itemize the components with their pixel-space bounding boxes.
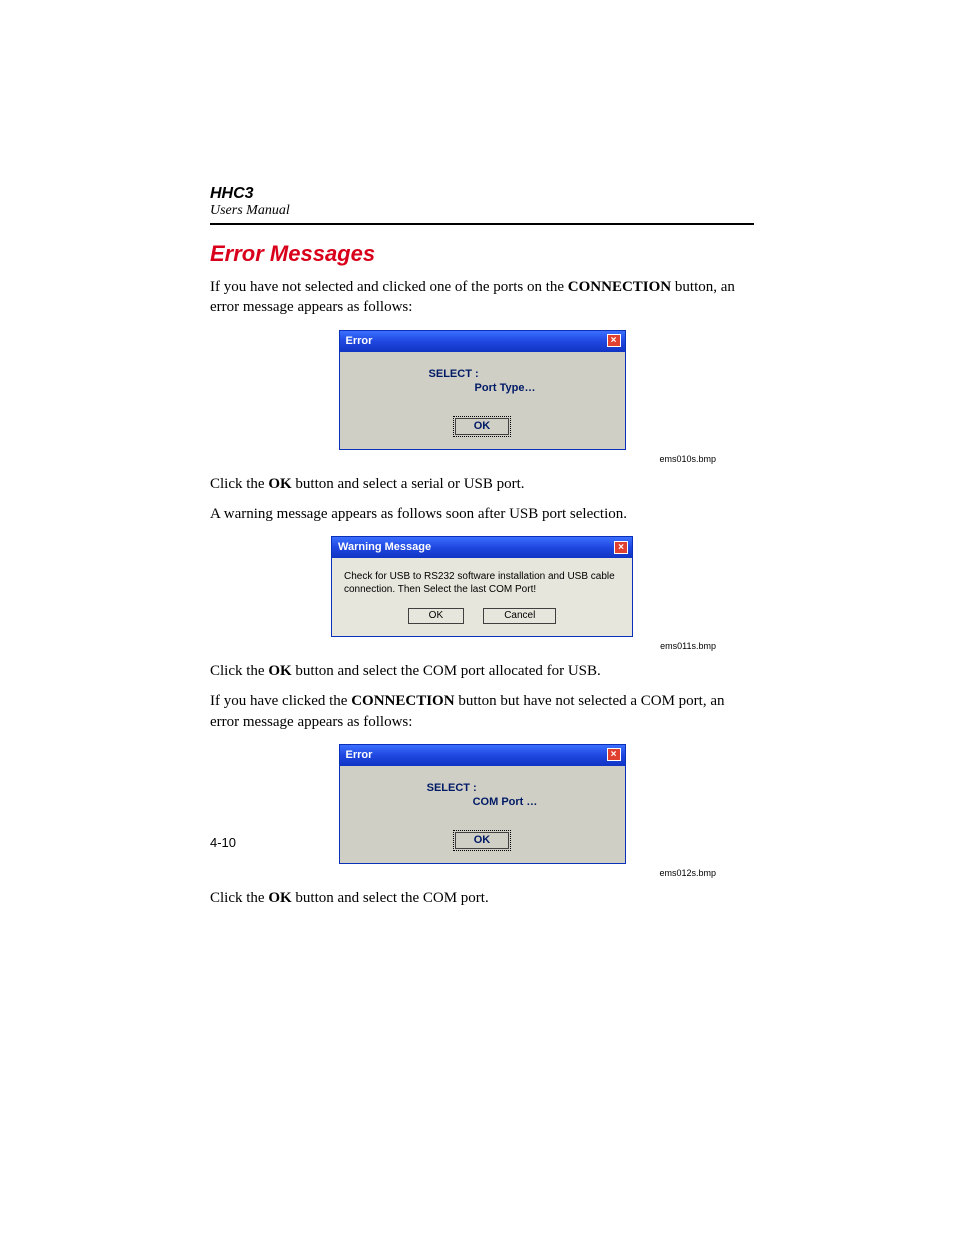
ok-word: OK bbox=[268, 476, 291, 492]
dialog-body: SELECT : COM Port … bbox=[340, 766, 625, 822]
ok-button[interactable]: OK bbox=[455, 418, 510, 435]
select-label: SELECT : bbox=[429, 368, 479, 380]
warning-dialog: Warning Message × Check for USB to RS232… bbox=[331, 536, 633, 637]
connection-word: CONNECTION bbox=[351, 693, 454, 709]
page-number: 4-10 bbox=[210, 835, 236, 850]
figure-caption-3: ems012s.bmp bbox=[210, 868, 754, 878]
paragraph-1: If you have not selected and clicked one… bbox=[210, 277, 754, 318]
titlebar: Error × bbox=[340, 745, 625, 766]
paragraph-3: A warning message appears as follows soo… bbox=[210, 504, 754, 524]
dialog-title: Warning Message bbox=[338, 541, 431, 553]
paragraph-5: If you have clicked the CONNECTION butto… bbox=[210, 691, 754, 732]
error-dialog-com-port: Error × SELECT : COM Port … OK bbox=[339, 744, 626, 864]
text: Click the bbox=[210, 476, 268, 492]
text: button and select the COM port. bbox=[292, 890, 489, 906]
focus-ring: OK bbox=[453, 416, 512, 437]
focus-ring: OK bbox=[453, 830, 512, 851]
figure-caption-1: ems010s.bmp bbox=[210, 454, 754, 464]
cancel-button[interactable]: Cancel bbox=[483, 608, 556, 624]
button-row: OK Cancel bbox=[332, 602, 632, 636]
titlebar: Warning Message × bbox=[332, 537, 632, 558]
figure-caption-2: ems011s.bmp bbox=[210, 641, 754, 651]
button-row: OK bbox=[340, 408, 625, 449]
figure-3: Error × SELECT : COM Port … OK bbox=[210, 744, 754, 864]
header-rule bbox=[210, 223, 754, 225]
text: button and select a serial or USB port. bbox=[292, 476, 525, 492]
button-row: OK bbox=[340, 822, 625, 863]
select-label: SELECT : bbox=[427, 782, 477, 794]
titlebar: Error × bbox=[340, 331, 625, 352]
section-heading: Error Messages bbox=[210, 241, 754, 267]
paragraph-2: Click the OK button and select a serial … bbox=[210, 474, 754, 494]
manual-page: HHC3 Users Manual Error Messages If you … bbox=[0, 0, 954, 1050]
ok-word: OK bbox=[268, 663, 291, 679]
port-type-label: Port Type… bbox=[429, 382, 536, 394]
text: If you have clicked the bbox=[210, 693, 351, 709]
text: button and select the COM port allocated… bbox=[292, 663, 601, 679]
text: Click the bbox=[210, 890, 268, 906]
figure-1: Error × SELECT : Port Type… OK bbox=[210, 330, 754, 450]
ok-word: OK bbox=[268, 890, 291, 906]
dialog-body: SELECT : Port Type… bbox=[340, 352, 625, 408]
close-icon[interactable]: × bbox=[614, 541, 628, 554]
figure-2: Warning Message × Check for USB to RS232… bbox=[210, 536, 754, 637]
header-doc: Users Manual bbox=[210, 203, 754, 219]
close-icon[interactable]: × bbox=[607, 748, 621, 761]
warning-message-text: Check for USB to RS232 software installa… bbox=[332, 558, 632, 602]
dialog-title: Error bbox=[346, 335, 373, 347]
error-dialog-port-type: Error × SELECT : Port Type… OK bbox=[339, 330, 626, 450]
com-port-label: COM Port … bbox=[427, 796, 538, 808]
header-product: HHC3 bbox=[210, 185, 754, 203]
ok-button[interactable]: OK bbox=[455, 832, 510, 849]
close-icon[interactable]: × bbox=[607, 334, 621, 347]
paragraph-4: Click the OK button and select the COM p… bbox=[210, 661, 754, 681]
text: Click the bbox=[210, 663, 268, 679]
text: If you have not selected and clicked one… bbox=[210, 279, 568, 295]
dialog-title: Error bbox=[346, 749, 373, 761]
connection-word: CONNECTION bbox=[568, 279, 671, 295]
ok-button[interactable]: OK bbox=[408, 608, 464, 624]
paragraph-6: Click the OK button and select the COM p… bbox=[210, 888, 754, 908]
